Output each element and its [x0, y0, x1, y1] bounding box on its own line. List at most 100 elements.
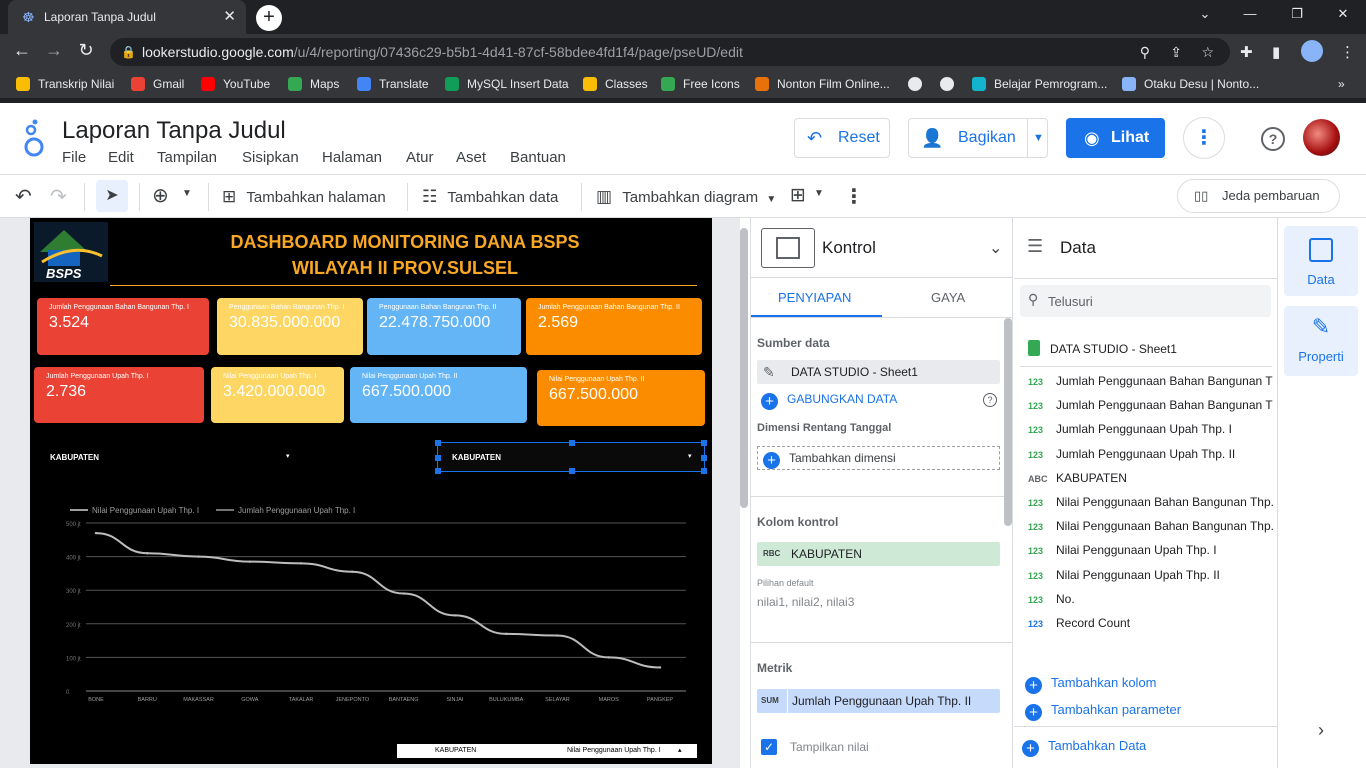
menu-view[interactable]: Tampilan [157, 149, 217, 166]
kabupaten-filter-control-selected[interactable]: KABUPATEN ▾ [435, 440, 707, 474]
line-chart[interactable]: Nilai Penggunaan Upah Thp. I Jumlah Pengg… [30, 498, 712, 708]
resize-handle[interactable] [701, 455, 707, 461]
data-point[interactable] [658, 666, 662, 669]
control-field-chip[interactable]: RBC KABUPATEN [757, 542, 1000, 566]
resize-handle[interactable] [701, 440, 707, 446]
bookmark-gmail[interactable]: Gmail [131, 77, 184, 91]
data-point[interactable] [607, 656, 610, 659]
zoom-icon[interactable]: ⚲ [1140, 38, 1150, 66]
table-header[interactable]: KABUPATEN Nilai Penggunaan Upah Thp. I ▴ [397, 744, 697, 758]
share-button[interactable]: 👤 Bagikan ▼ [908, 118, 1048, 158]
chevron-right-icon[interactable]: › [1318, 720, 1324, 741]
resize-handle[interactable] [569, 440, 575, 446]
close-window-icon[interactable]: ✕ [1333, 6, 1353, 22]
select-pointer-icon[interactable]: ➤ [96, 180, 128, 212]
data-point[interactable] [351, 570, 354, 573]
bookmark-maps[interactable]: Maps [288, 77, 339, 91]
data-point[interactable] [556, 634, 559, 637]
add-control-dropdown-icon[interactable]: ▼ [814, 188, 824, 199]
tab-data[interactable]: Data [1284, 226, 1358, 296]
help-icon[interactable]: ? [983, 393, 997, 407]
blend-data-button[interactable]: + GABUNGKAN DATA [761, 392, 897, 410]
field-item[interactable]: 123 Jumlah Penggunaan Bahan Bangunan Thp.… [1028, 374, 1273, 388]
share-page-icon[interactable]: ⇪ [1170, 38, 1182, 66]
field-item[interactable]: ABC KABUPATEN [1028, 471, 1273, 485]
edit-pencil-icon[interactable]: ✎ [763, 360, 775, 384]
add-page-button[interactable]: ⊞ Tambahkan halaman [222, 187, 386, 207]
control-type-icon[interactable] [761, 228, 815, 268]
data-source-chip[interactable]: ✎ DATA STUDIO - Sheet1 [757, 360, 1000, 384]
help-icon[interactable]: ? [1261, 127, 1285, 151]
tab-style[interactable]: GAYA [931, 290, 965, 305]
field-item[interactable]: 123 Nilai Penggunaan Bahan Bangunan Thp. … [1028, 519, 1273, 533]
bookmark-translate[interactable]: Translate [357, 77, 429, 91]
more-bookmarks-icon[interactable]: » [1338, 77, 1345, 91]
bookmark-globe-2[interactable] [940, 77, 962, 91]
bsps-logo[interactable]: BSPS [34, 222, 108, 282]
kpi-card[interactable]: Jumlah Penggunaan Bahan Bangunan Thp. II… [526, 298, 702, 355]
resize-handle[interactable] [701, 468, 707, 474]
data-point[interactable] [146, 552, 149, 555]
new-tab-button[interactable]: + [256, 5, 282, 31]
restore-icon[interactable]: ❐ [1287, 6, 1307, 22]
data-point[interactable] [197, 555, 200, 558]
menu-insert[interactable]: Sisipkan [242, 149, 299, 166]
menu-resource[interactable]: Aset [456, 149, 486, 166]
panel-scrollbar[interactable] [1004, 318, 1012, 526]
minimize-icon[interactable]: — [1240, 6, 1260, 21]
bookmark-star-icon[interactable]: ☆ [1201, 38, 1214, 66]
bookmark-classes[interactable]: Classes [583, 77, 648, 91]
tab-search-icon[interactable]: ⌄ [1195, 6, 1215, 22]
data-point[interactable] [94, 531, 98, 535]
kpi-card[interactable]: Jumlah Penggunaan Upah Thp. I 2.736 [34, 367, 204, 423]
tab-setup[interactable]: PENYIAPAN [778, 290, 851, 305]
chrome-menu-icon[interactable]: ⋮ [1340, 43, 1355, 61]
sort-icon[interactable]: ▴ [678, 746, 682, 754]
share-dropdown-icon[interactable]: ▼ [1033, 119, 1044, 157]
metric-aggregation[interactable]: SUM [761, 689, 779, 713]
bookmark-globe-1[interactable] [908, 77, 930, 91]
forward-icon[interactable]: → [42, 40, 66, 61]
menu-help[interactable]: Bantuan [510, 149, 566, 166]
menu-page[interactable]: Halaman [322, 149, 382, 166]
add-chart-button[interactable]: ▥ Tambahkan diagram ▼ [596, 187, 776, 207]
extensions-icon[interactable]: ✚ [1240, 43, 1253, 61]
add-data-button[interactable]: ☷ Tambahkan data [422, 187, 558, 207]
browser-tab[interactable]: ☸ Laporan Tanpa Judul ✕ [8, 0, 246, 34]
reset-button[interactable]: ↶ Reset [794, 118, 890, 158]
search-input[interactable]: ⚲ Telusuri [1020, 285, 1271, 317]
more-toolbar-icon[interactable]: ⋮ [844, 184, 864, 209]
default-selection-value[interactable]: nilai1, nilai2, nilai3 [757, 595, 854, 609]
resize-handle[interactable] [569, 468, 575, 474]
redo-icon[interactable]: ↷ [50, 184, 67, 209]
address-bar[interactable]: 🔒 lookerstudio.google.com/u/4/reporting/… [110, 38, 1230, 66]
add-control-icon[interactable]: ⊞ [790, 184, 806, 207]
bookmark-mysql[interactable]: MySQL Insert Data [445, 77, 569, 91]
account-avatar[interactable] [1303, 119, 1340, 156]
add-parameter-button[interactable]: + Tambahkan parameter [1025, 702, 1181, 721]
add-field-button[interactable]: + Tambahkan kolom [1025, 675, 1157, 694]
view-button[interactable]: ◉ Lihat [1066, 118, 1165, 158]
field-item[interactable]: 123 Jumlah Penggunaan Bahan Bangunan Thp.… [1028, 398, 1273, 412]
kpi-card[interactable]: Nilai Penggunaan Upah Thp. II 667.500.00… [350, 367, 527, 423]
kabupaten-filter-control[interactable]: KABUPATEN ▾ [40, 444, 300, 470]
bookmark-nonton-film[interactable]: Nonton Film Online... [755, 77, 890, 91]
bookmark-otaku-desu[interactable]: Otaku Desu | Nonto... [1122, 77, 1259, 91]
resize-handle[interactable] [435, 455, 441, 461]
more-options-icon[interactable]: ⋮ [1183, 117, 1225, 159]
field-item[interactable]: 123 Jumlah Penggunaan Upah Thp. I [1028, 422, 1273, 436]
field-item[interactable]: 123 Nilai Penggunaan Upah Thp. II [1028, 568, 1273, 582]
pause-updates-button[interactable]: ▯▯ Jeda pembaruan [1177, 179, 1340, 213]
series-line[interactable] [95, 532, 661, 669]
kpi-card[interactable]: Nilai Penggunaan Upah Thp. II 667.500.00… [537, 370, 705, 426]
side-panel-icon[interactable]: ▮ [1272, 43, 1280, 61]
add-dimension-button[interactable]: + Tambahkan dimensi [757, 446, 1000, 470]
kpi-card[interactable]: Penggunaan Bahan Bangunan Thp. II 22.478… [367, 298, 521, 355]
data-point[interactable] [299, 562, 303, 565]
dashboard-page[interactable]: BSPS DASHBOARD MONITORING DANA BSPS WILA… [30, 218, 712, 764]
profile-avatar[interactable] [1301, 40, 1323, 62]
field-item[interactable]: 123 Nilai Penggunaan Upah Thp. I [1028, 543, 1273, 557]
field-item[interactable]: 123 Nilai Penggunaan Bahan Bangunan Thp. … [1028, 495, 1273, 509]
canvas-scrollbar[interactable] [740, 228, 748, 508]
bookmark-youtube[interactable]: YouTube [201, 77, 270, 91]
